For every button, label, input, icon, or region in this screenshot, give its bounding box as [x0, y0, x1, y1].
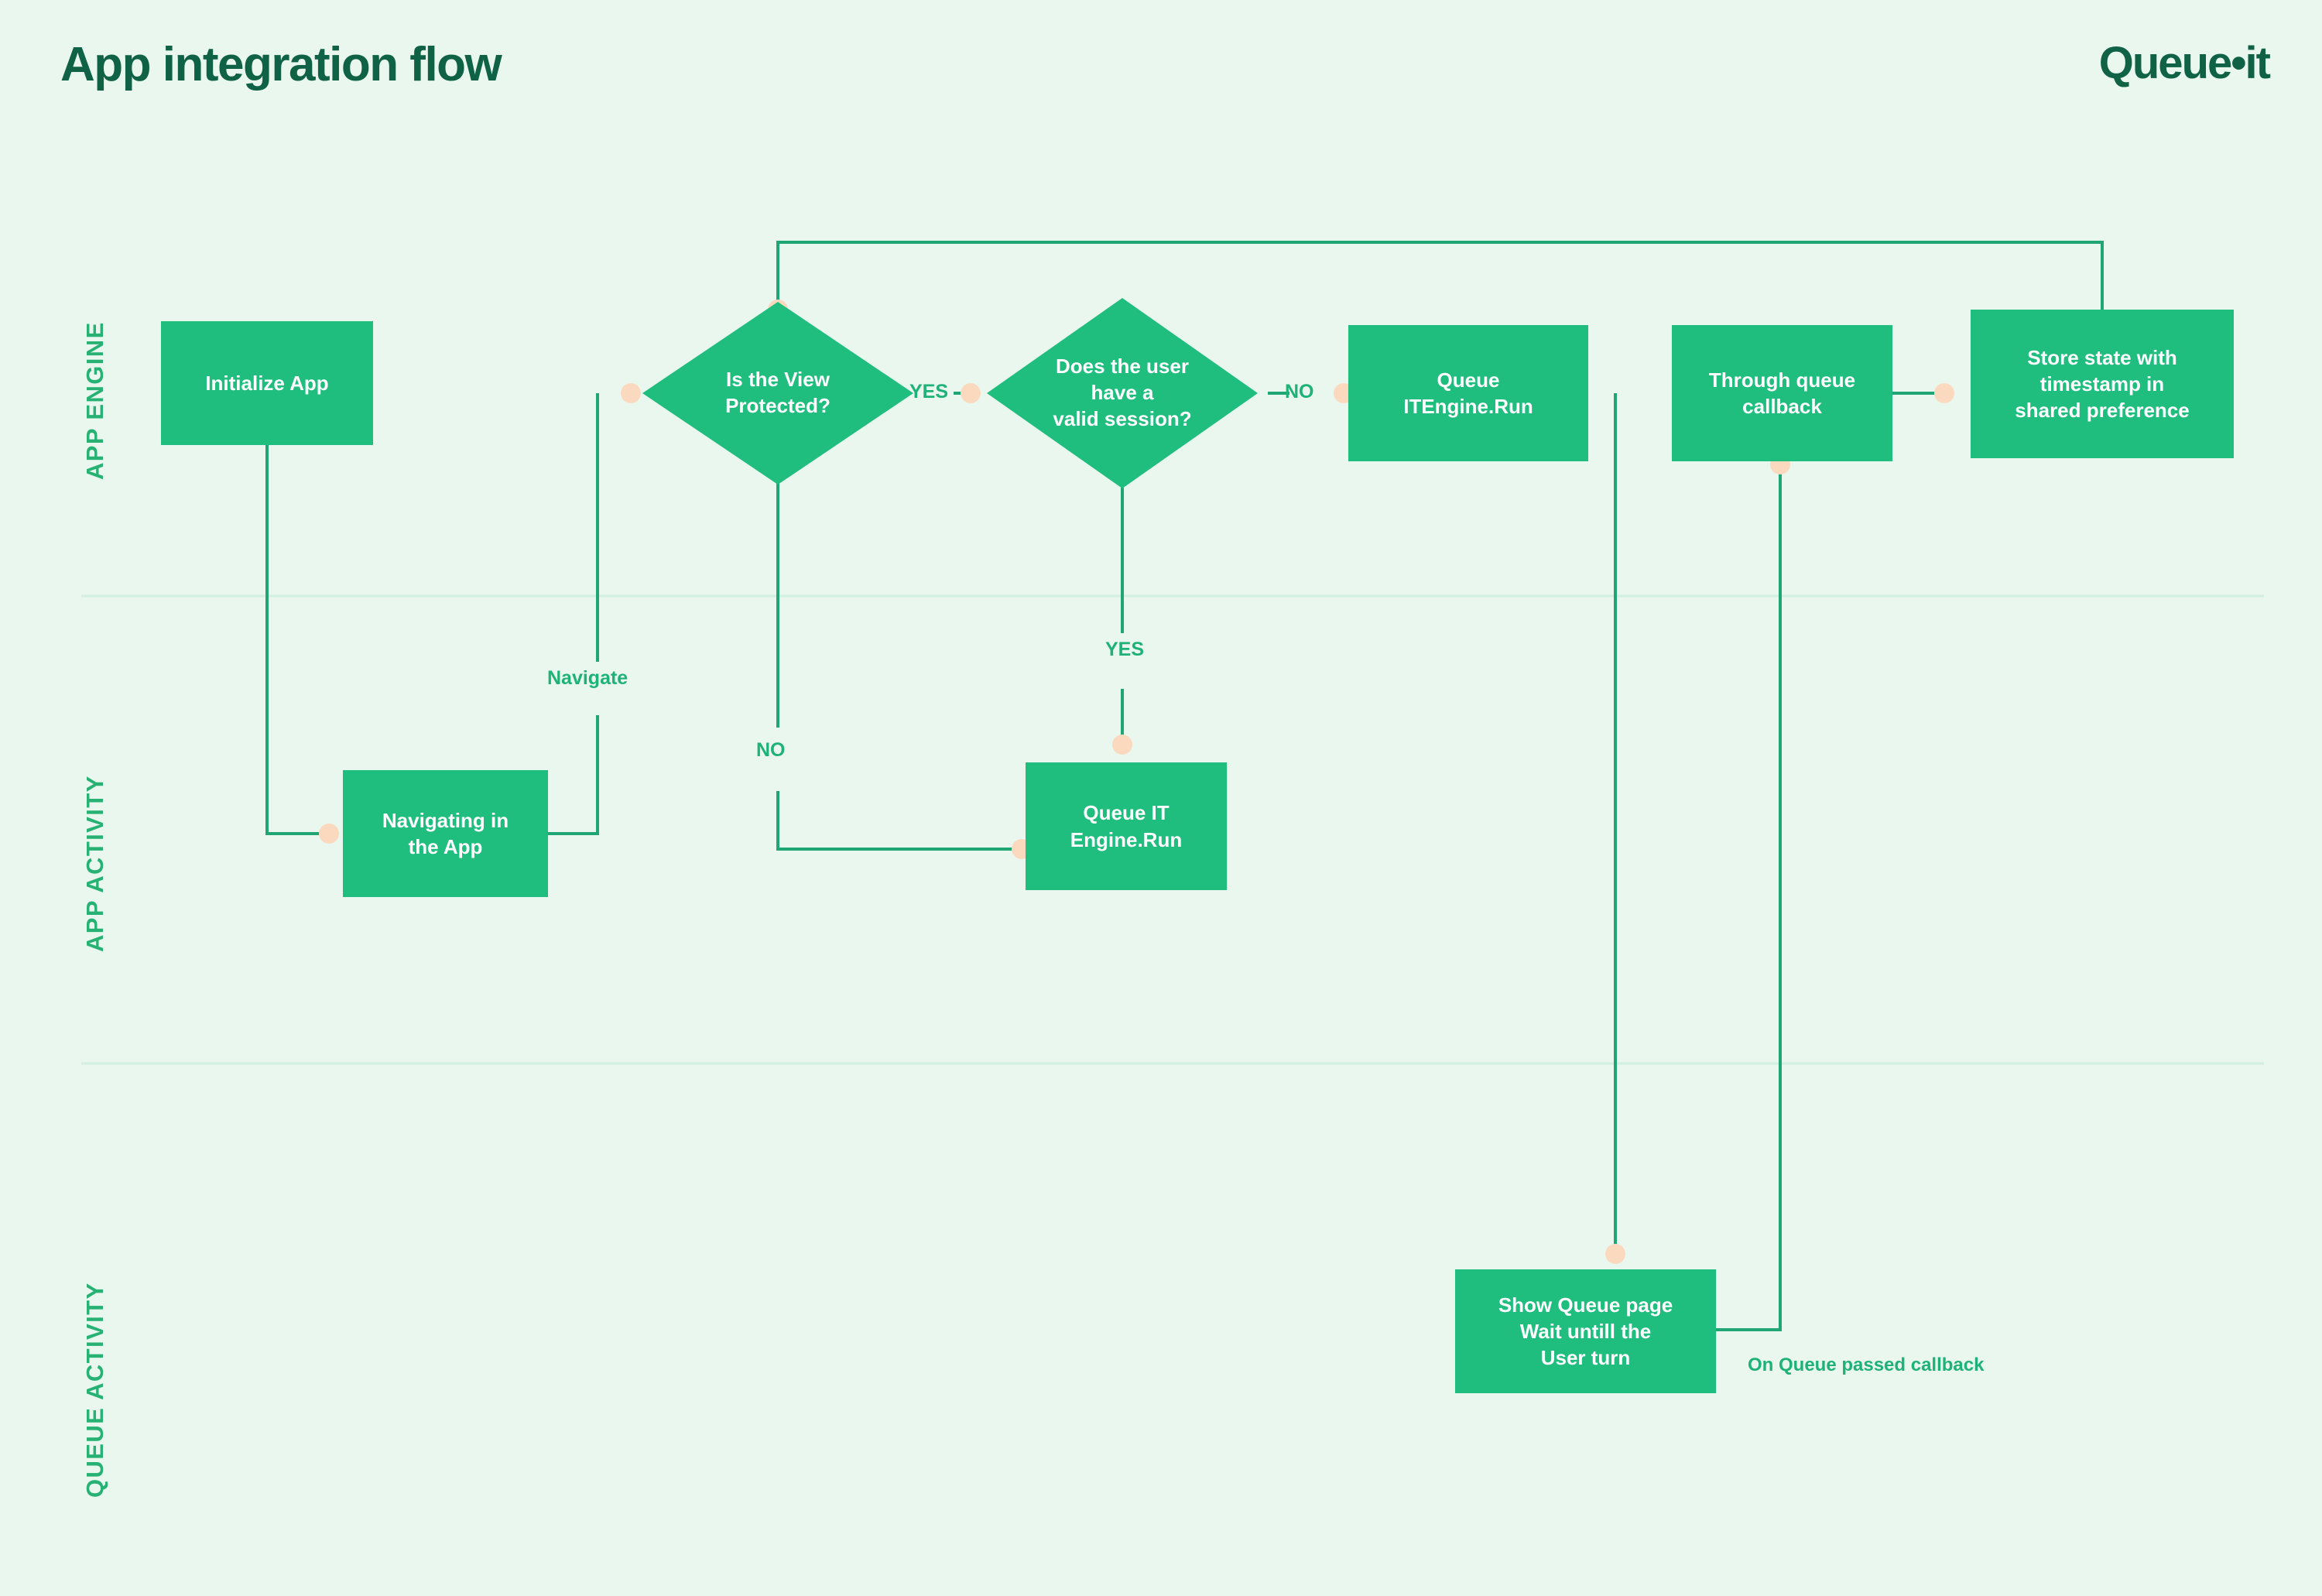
edge-label-no-session: NO: [1285, 381, 1314, 402]
edge-label-navigate: Navigate: [547, 667, 628, 689]
connector-dot: [961, 383, 981, 403]
connector-dot: [1112, 735, 1132, 755]
node-queue-it-engine-run[interactable]: Queue IT Engine.Run: [1026, 762, 1227, 890]
diagram-canvas: App integration flow Queue•it APP ENGINE…: [0, 0, 2322, 1596]
node-queue-itengine-run[interactable]: Queue ITEngine.Run: [1348, 325, 1588, 461]
node-is-view-protected-label: Is the View Protected?: [725, 368, 831, 417]
edge-label-on-queue-passed: On Queue passed callback: [1748, 1355, 1985, 1375]
connector-dot: [1934, 383, 1954, 403]
edge-showqueue-to-callback: [1715, 464, 1782, 1331]
node-valid-session-label: Does the user have a valid session?: [1053, 354, 1192, 430]
edge-label-yes-protected: YES: [909, 381, 949, 402]
node-initialize-app[interactable]: Initialize App: [161, 321, 373, 445]
lane-label-queue-activity: QUEUE ACTIVITY: [81, 1282, 108, 1498]
lane-label-app-activity: APP ACTIVITY: [81, 775, 108, 952]
edge-storestate-loop: [776, 241, 2104, 310]
edge-navigating-to-protected: [548, 715, 599, 835]
connector-dot: [621, 383, 641, 403]
lane-label-app-engine: APP ENGINE: [81, 321, 108, 480]
edge-label-no-protected: NO: [756, 739, 786, 761]
node-store-state[interactable]: Store state with timestamp in shared pre…: [1971, 310, 2234, 458]
connector-dot: [319, 824, 339, 844]
edge-init-to-navigating: [265, 445, 329, 835]
edge-label-yes-session: YES: [1105, 639, 1145, 660]
node-navigating-in-app[interactable]: Navigating in the App: [343, 770, 548, 897]
node-show-queue-page[interactable]: Show Queue page Wait untill the User tur…: [1455, 1269, 1716, 1393]
node-through-queue-callback[interactable]: Through queue callback: [1672, 325, 1892, 461]
connector-dot: [1605, 1244, 1625, 1264]
edge-protected-no-2: [776, 791, 1022, 851]
